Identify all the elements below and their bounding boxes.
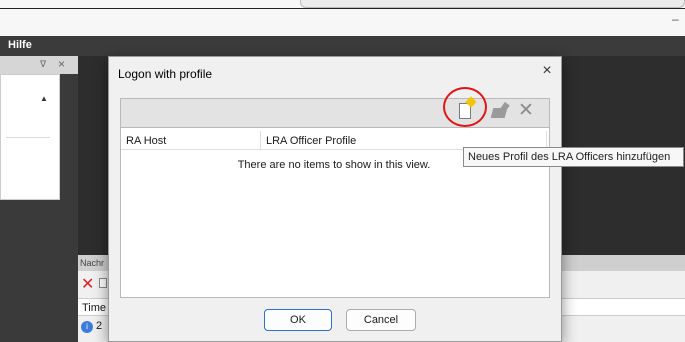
pin-icon[interactable]: ᐁ	[40, 59, 46, 70]
column-separator[interactable]	[260, 131, 261, 150]
column-header-lra-officer-profile[interactable]: LRA Officer Profile	[266, 135, 356, 147]
panel-close-icon[interactable]: ×	[58, 57, 65, 71]
left-panel-divider	[6, 137, 50, 138]
column-header-ra-host[interactable]: RA Host	[126, 135, 166, 147]
scroll-up-icon[interactable]: ▲	[40, 94, 48, 103]
copy-icon[interactable]	[99, 278, 107, 288]
cancel-button[interactable]: Cancel	[346, 309, 416, 331]
delete-profile-button[interactable]: ✕	[516, 101, 536, 121]
titlebar-divider	[0, 8, 685, 9]
titlebar-tab	[300, 0, 685, 8]
ok-button[interactable]: OK	[264, 309, 332, 331]
column-header-time[interactable]: Time	[82, 302, 106, 314]
left-panel-header	[0, 56, 78, 74]
minimize-icon[interactable]: –	[672, 12, 684, 26]
message-row-value: 2	[96, 320, 103, 332]
delete-messages-icon[interactable]: ✕	[81, 274, 94, 294]
info-icon: i	[81, 321, 93, 333]
menu-bar	[0, 36, 685, 56]
dialog-close-button[interactable]: ×	[539, 62, 555, 80]
dialog-title: Logon with profile	[118, 67, 213, 81]
messages-panel-title: Nachr	[80, 258, 105, 268]
menu-item-hilfe[interactable]: Hilfe	[8, 39, 32, 51]
highlight-circle	[443, 87, 487, 127]
add-profile-tooltip: Neues Profil des LRA Officers hinzufügen	[463, 147, 684, 167]
